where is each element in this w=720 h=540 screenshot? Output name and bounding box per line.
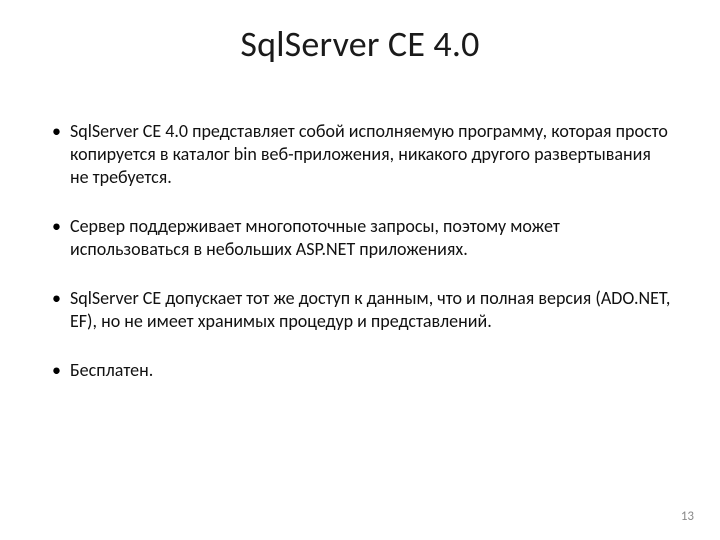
bullet-item: Бесплатен.	[48, 359, 672, 382]
bullet-list: SqlServer CE 4.0 представляет собой испо…	[48, 120, 672, 382]
slide: SqlServer CE 4.0 SqlServer CE 4.0 предст…	[0, 0, 720, 540]
bullet-item: SqlServer CE 4.0 представляет собой испо…	[48, 120, 672, 189]
page-number: 13	[681, 509, 694, 524]
bullet-item: SqlServer CE допускает тот же доступ к д…	[48, 287, 672, 333]
slide-title: SqlServer CE 4.0	[0, 22, 720, 66]
bullet-item: Сервер поддерживает многопоточные запрос…	[48, 215, 672, 261]
slide-body: SqlServer CE 4.0 представляет собой испо…	[48, 120, 672, 408]
